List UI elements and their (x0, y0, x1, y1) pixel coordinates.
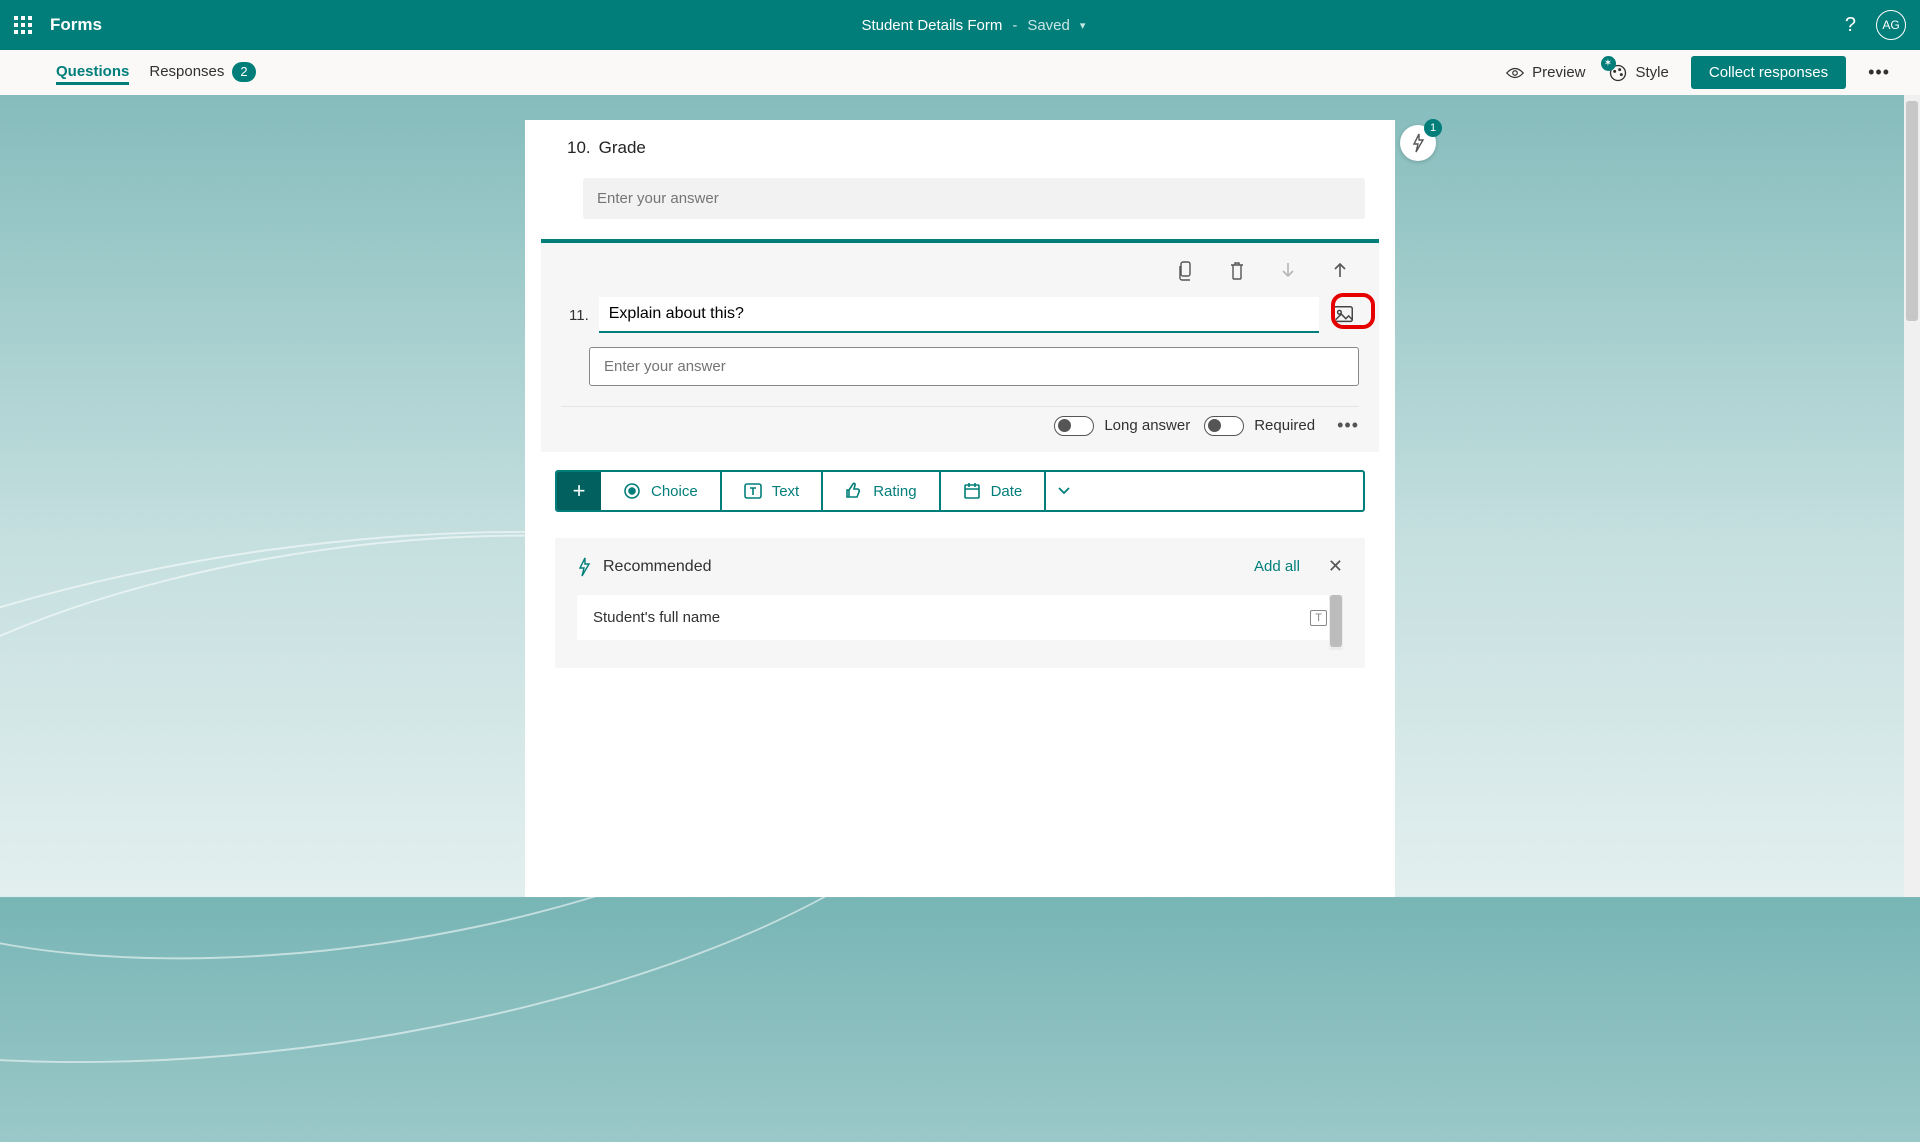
add-all-button[interactable]: Add all (1254, 558, 1300, 575)
add-rating-button[interactable]: Rating (823, 472, 940, 510)
answer-input[interactable] (583, 178, 1365, 219)
style-button[interactable]: ✶ Style (1608, 63, 1669, 83)
lightning-icon (1410, 133, 1426, 153)
add-more-types-button[interactable] (1046, 472, 1082, 510)
radio-icon (623, 482, 641, 500)
more-options-icon[interactable]: ••• (1868, 62, 1890, 83)
help-icon[interactable]: ? (1845, 14, 1856, 37)
copy-icon[interactable] (1177, 261, 1199, 281)
app-launcher-icon[interactable] (14, 16, 32, 34)
add-choice-button[interactable]: Choice (601, 472, 722, 510)
recommended-title: Recommended (603, 558, 712, 576)
thumbs-up-icon (845, 482, 863, 500)
required-toggle[interactable] (1204, 416, 1244, 436)
eye-icon (1506, 66, 1524, 80)
tab-responses-label: Responses (149, 63, 224, 80)
suggestions-fab[interactable]: 1 (1400, 125, 1436, 161)
user-avatar[interactable]: AG (1876, 10, 1906, 40)
question-more-icon[interactable]: ••• (1337, 415, 1359, 436)
recommended-panel: Recommended Add all ✕ ▲ Student's full n… (555, 538, 1365, 668)
question-number: 10. (567, 138, 591, 158)
command-bar: Questions Responses 2 Preview ✶ Style Co… (0, 50, 1920, 95)
chevron-down-icon[interactable]: ▾ (1080, 19, 1086, 32)
text-icon (744, 482, 762, 500)
question-text-input[interactable] (599, 297, 1319, 333)
add-question-button[interactable]: + (557, 472, 601, 510)
scrollbar-thumb[interactable] (1330, 595, 1342, 647)
save-status: Saved (1027, 17, 1070, 34)
delete-icon[interactable] (1229, 261, 1251, 281)
chevron-down-icon (1057, 486, 1071, 496)
question-10: 10. Grade (555, 138, 1365, 219)
question-number: 11. (569, 307, 589, 324)
long-answer-toggle[interactable] (1054, 416, 1094, 436)
preview-button[interactable]: Preview (1506, 64, 1585, 81)
form-title[interactable]: Student Details Form (861, 17, 1002, 34)
recommended-item[interactable]: Student's full name T (577, 595, 1343, 640)
move-down-icon (1281, 261, 1303, 281)
lightning-icon (577, 557, 591, 577)
add-question-bar: + Choice Text Rating (555, 470, 1365, 512)
form-card: 10. Grade (525, 120, 1395, 897)
answer-input[interactable] (589, 347, 1359, 386)
close-icon[interactable]: ✕ (1328, 556, 1343, 577)
annotation-highlight (1331, 293, 1375, 329)
add-date-button[interactable]: Date (941, 472, 1047, 510)
page-scrollbar[interactable] (1904, 95, 1920, 897)
tab-responses[interactable]: Responses 2 (149, 62, 255, 84)
recommended-item-label: Student's full name (593, 609, 720, 626)
question-11-editing: 11. Long answer Required ••• (541, 239, 1379, 452)
question-title: Grade (599, 138, 646, 158)
move-up-icon[interactable] (1333, 261, 1355, 281)
responses-count-badge: 2 (232, 62, 255, 82)
suggestions-count: 1 (1424, 119, 1442, 137)
add-text-button[interactable]: Text (722, 472, 824, 510)
calendar-icon (963, 482, 981, 500)
form-canvas: 1 10. Grade (0, 95, 1920, 897)
collect-responses-button[interactable]: Collect responses (1691, 56, 1846, 89)
text-type-icon: T (1310, 610, 1327, 626)
page-scrollbar-thumb[interactable] (1906, 101, 1918, 321)
app-name[interactable]: Forms (50, 15, 102, 35)
long-answer-label: Long answer (1104, 417, 1190, 434)
palette-icon: ✶ (1608, 63, 1628, 83)
required-label: Required (1254, 417, 1315, 434)
scrollbar-track (1329, 595, 1343, 650)
tab-questions[interactable]: Questions (56, 60, 129, 85)
style-badge: ✶ (1601, 56, 1616, 71)
app-header: Forms Student Details Form - Saved ▾ ? A… (0, 0, 1920, 50)
form-title-group: Student Details Form - Saved ▾ (861, 17, 1085, 34)
